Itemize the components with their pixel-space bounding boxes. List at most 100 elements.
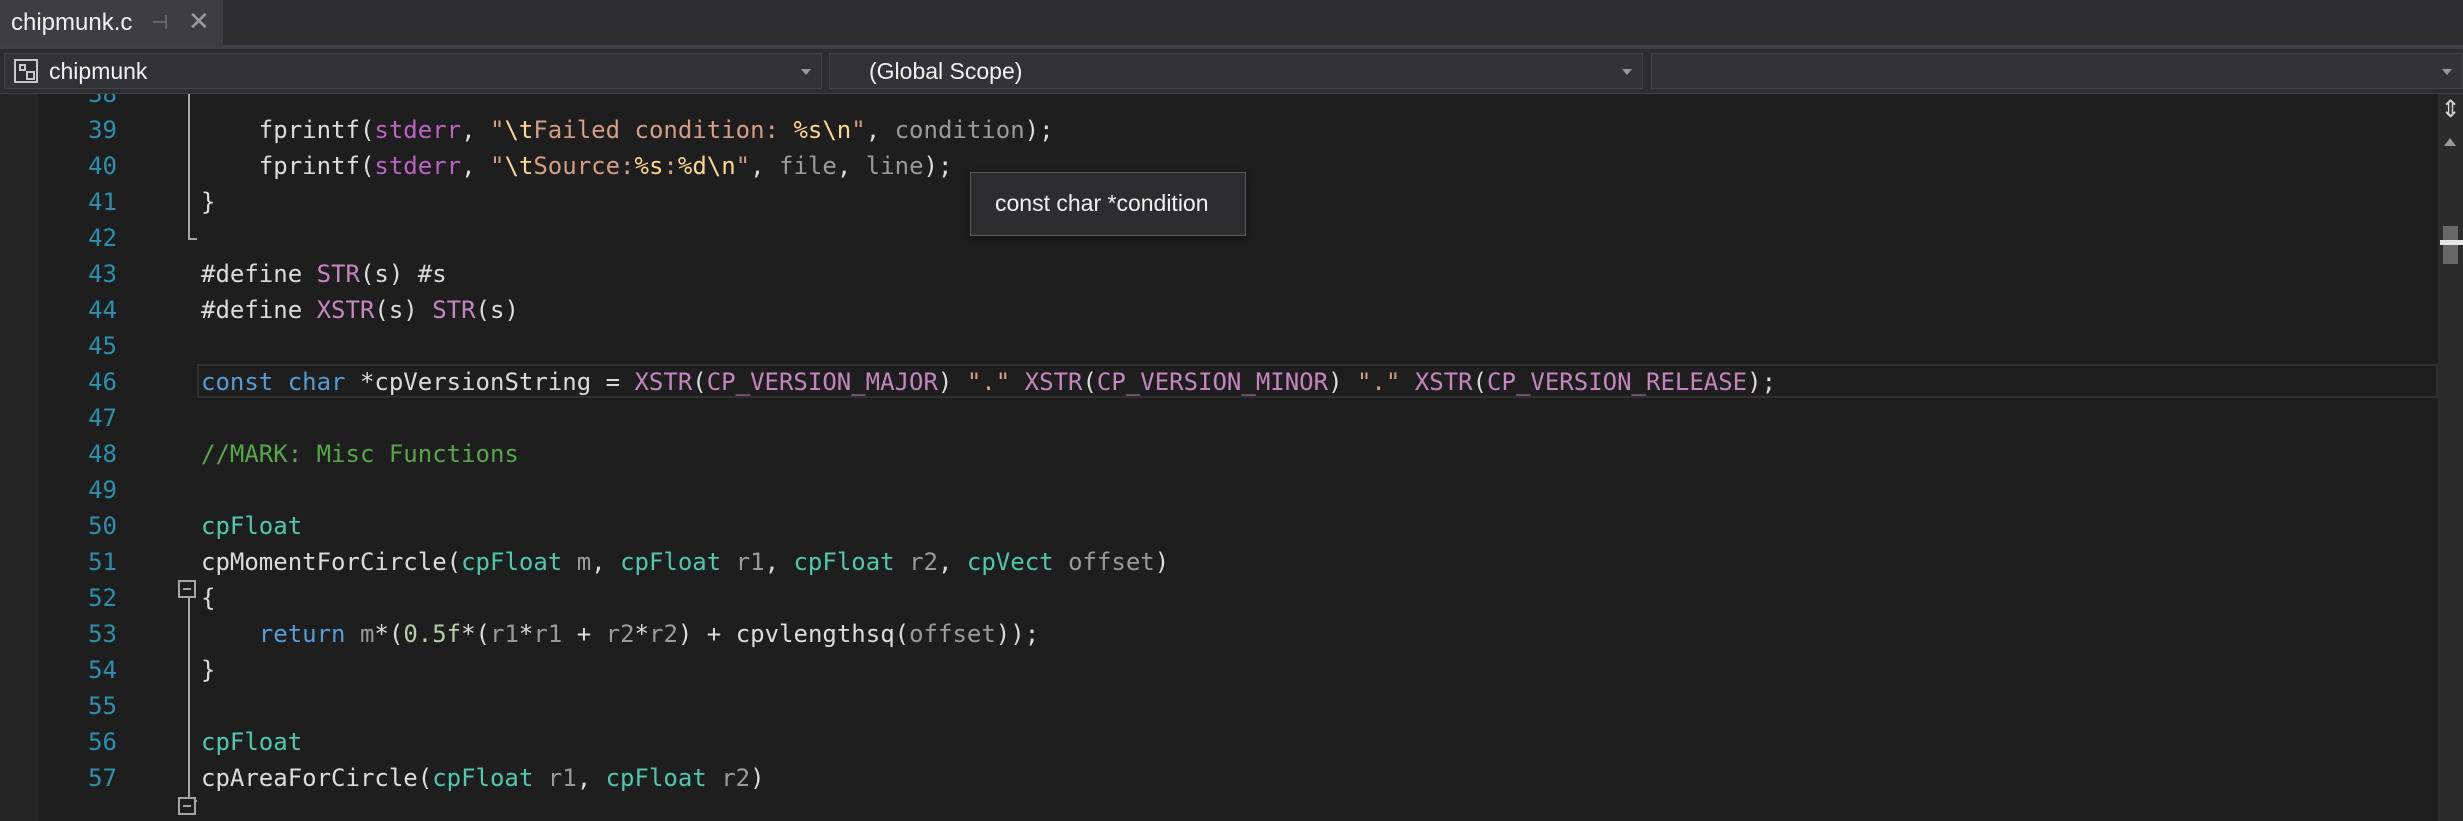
code-token: (s) [475,296,519,324]
code-line[interactable]: 53 return m*(0.5f*(r1*r1 + r2*r2) + cpvl… [0,616,2438,652]
code-token: CP_VERSION_MAJOR [706,368,938,396]
code-token: )); [995,620,1040,648]
code-token: r2 [605,620,635,648]
code-token: XSTR [634,368,693,396]
code-token: STR [316,260,360,288]
code-token: m [359,620,375,648]
code-line[interactable]: 56 cpFloat [0,724,2438,760]
code-text[interactable]: #define XSTR(s) STR(s) [201,292,519,328]
code-token: : [663,152,678,180]
code-line[interactable]: 43 #define STR(s) #s [0,256,2438,292]
line-number: 51 [88,548,117,576]
code-line[interactable]: 46 const char *cpVersionString = XSTR(CP_… [0,364,2438,400]
code-token: Source: [533,152,635,180]
line-number: 50 [88,512,117,540]
code-token: r1 [547,764,577,792]
code-line[interactable]: 49 [0,472,2438,508]
scroll-up-icon[interactable] [2444,138,2456,146]
code-line[interactable]: 55 [0,688,2438,724]
code-token: ) [1154,548,1170,576]
code-token: cpVect [966,548,1054,576]
code-text[interactable]: { [201,580,215,616]
line-number: 40 [88,152,117,180]
code-token: } [201,188,216,216]
code-text[interactable]: cpMomentForCircle(cpFloat m, cpFloat r1,… [201,544,1169,580]
code-text[interactable]: cpFloat [201,724,302,760]
code-token: offset [1068,548,1155,576]
scope-dropdown-value: (Global Scope) [869,58,1023,84]
code-token: *( [374,620,404,648]
code-token: CP_VERSION_RELEASE [1487,368,1748,396]
code-text[interactable]: #define STR(s) #s [201,256,447,292]
code-token: cpFloat [201,728,303,756]
code-token: { [201,584,216,612]
code-token: , [461,116,490,144]
code-line[interactable]: 57 cpAreaForCircle(cpFloat r1, cpFloat r2… [0,760,2438,796]
code-token: r1 [533,620,563,648]
code-text[interactable]: const char *cpVersionString = XSTR(CP_VE… [201,364,1776,400]
code-token: line [865,152,924,180]
code-line[interactable]: 47 [0,400,2438,436]
split-handle-icon[interactable]: ⇕ [2438,94,2463,125]
vertical-scrollbar[interactable] [2438,94,2463,821]
code-token: "." [966,368,1011,396]
code-token: * [518,620,534,648]
scroll-thumb[interactable] [2443,226,2458,264]
member-dropdown[interactable] [1651,53,2463,89]
code-text[interactable]: cpFloat [201,508,302,544]
quick-info-tooltip: const char *condition [970,172,1246,236]
collapse-icon[interactable] [178,797,196,815]
code-text[interactable]: fprintf(stderr, "\tFailed condition: %s\… [201,112,1054,148]
code-line[interactable]: 50 cpFloat [0,508,2438,544]
code-text[interactable]: } [201,184,215,220]
code-token: , [591,548,621,576]
code-text[interactable]: //MARK: Misc Functions [201,436,519,472]
document-tab[interactable]: chipmunk.c ⊣ ✕ [0,0,223,45]
code-line[interactable]: 51 cpMomentForCircle(cpFloat m, cpFloat r… [0,544,2438,580]
code-token: ); [1747,368,1777,396]
code-text[interactable]: cpAreaForCircle(cpFloat r1, cpFloat r2) [201,760,765,796]
code-token: " [490,152,505,180]
pin-icon[interactable]: ⊣ [151,10,168,35]
code-token: m [576,548,592,576]
code-line[interactable]: 39 fprintf(stderr, "\tFailed condition: … [0,112,2438,148]
code-token: " [490,116,505,144]
code-line[interactable]: 48 //MARK: Misc Functions [0,436,2438,472]
line-number: 41 [88,188,117,216]
code-token: stderr [374,116,462,144]
chevron-down-icon [2442,69,2452,75]
line-number: 45 [88,332,117,360]
code-line[interactable]: 54} [0,652,2438,688]
line-number: 43 [88,260,117,288]
close-icon[interactable]: ✕ [188,6,210,37]
code-text[interactable]: fprintf(stderr, "\tSource:%s:%d\n", file… [201,148,953,184]
code-token: cpAreaForCircle( [201,764,433,792]
code-token: (s) #s [359,260,447,288]
code-token: #define [201,296,317,324]
code-token: ); [1024,116,1054,144]
line-number: 57 [88,764,117,792]
code-text[interactable]: } [201,652,215,688]
code-token: XSTR [316,296,375,324]
code-text[interactable]: return m*(0.5f*(r1*r1 + r2*r2) + cpvleng… [201,616,1039,652]
code-token: , [576,764,606,792]
code-token: const [201,368,274,396]
code-line[interactable]: 45 [0,328,2438,364]
tab-title: chipmunk.c [11,8,133,36]
code-token: offset [909,620,996,648]
code-token: #define [201,260,317,288]
code-line[interactable]: 44 #define XSTR(s) STR(s) [0,292,2438,328]
project-dropdown[interactable]: chipmunk [4,53,822,89]
scope-dropdown[interactable]: (Global Scope) [829,53,1643,89]
code-line[interactable]: 52 { [0,580,2438,616]
code-line[interactable]: 38 [0,94,2438,112]
line-number: 42 [88,224,117,252]
